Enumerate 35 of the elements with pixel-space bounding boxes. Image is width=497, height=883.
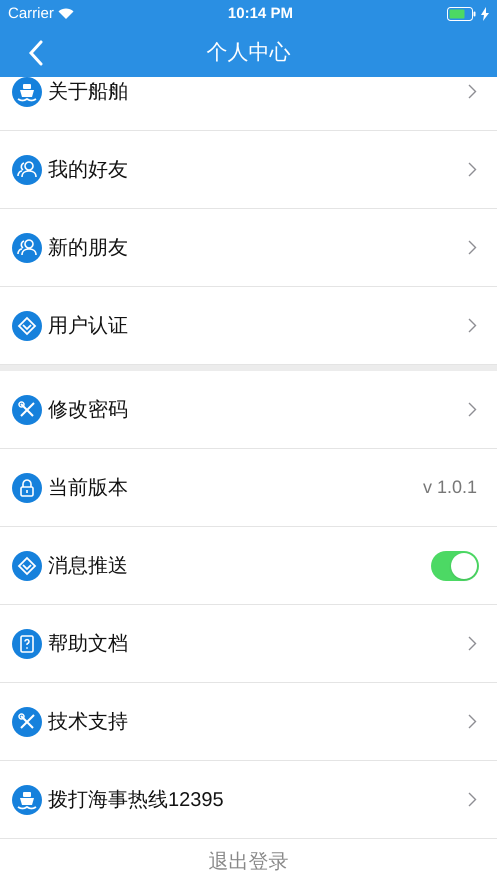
row-label: 拨打海事热线12395 xyxy=(48,788,224,812)
people-icon xyxy=(12,154,42,184)
chevron-right-icon xyxy=(468,714,477,729)
battery-icon xyxy=(447,7,478,21)
chevron-right-icon xyxy=(468,792,477,807)
tools-icon xyxy=(12,706,42,736)
row-label: 新的朋友 xyxy=(48,236,128,260)
ship-icon xyxy=(12,77,42,106)
status-time: 10:14 PM xyxy=(228,4,293,24)
help-document-icon xyxy=(12,628,42,658)
logout-button[interactable]: 退出登录 xyxy=(208,847,288,877)
row-label: 消息推送 xyxy=(48,554,128,578)
people-icon xyxy=(12,232,42,262)
row-label: 当前版本 xyxy=(48,476,128,500)
chevron-right-icon xyxy=(468,402,477,417)
toggle-switch[interactable] xyxy=(431,550,479,580)
ship-icon xyxy=(12,784,42,814)
wifi-icon xyxy=(58,8,74,20)
chevron-right-icon xyxy=(468,240,477,255)
carrier-label: Carrier xyxy=(8,4,54,24)
row-label: 技术支持 xyxy=(48,710,128,734)
version-value: v 1.0.1 xyxy=(422,476,477,499)
chevron-right-icon xyxy=(468,84,477,99)
tools-icon xyxy=(12,394,42,424)
row-label: 帮助文档 xyxy=(48,632,128,656)
chevron-right-icon xyxy=(468,636,477,651)
row-label: 我的好友 xyxy=(48,158,128,182)
row-label: 用户认证 xyxy=(48,314,128,338)
chevron-right-icon xyxy=(468,318,477,333)
row-label: 关于船舶 xyxy=(48,80,128,104)
settings-row[interactable]: 关于船舶 xyxy=(0,77,497,131)
page-title: 个人中心 xyxy=(206,40,290,66)
lock-icon xyxy=(12,472,42,502)
row-label: 修改密码 xyxy=(48,398,128,422)
chevron-right-icon xyxy=(468,162,477,177)
